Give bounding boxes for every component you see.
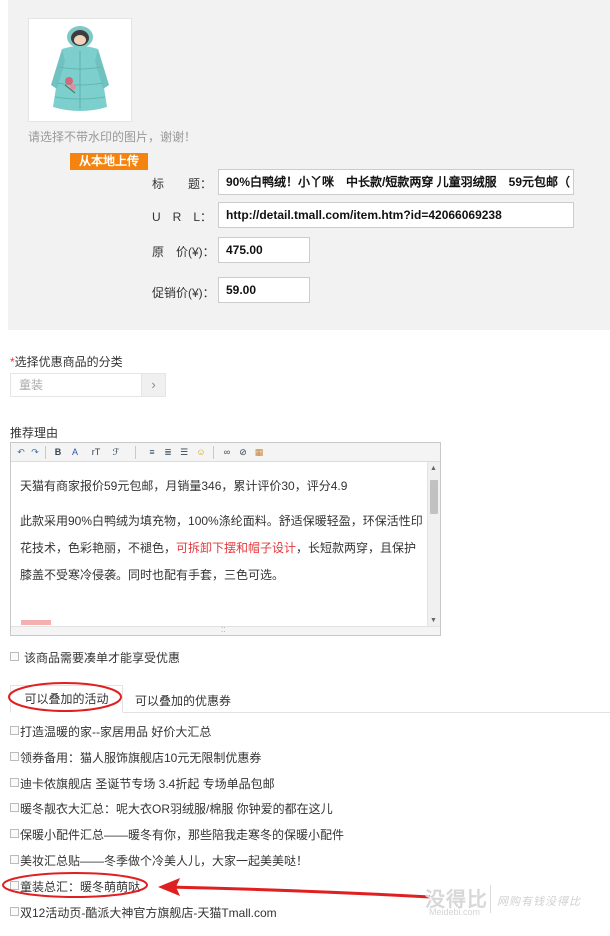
original-price-label: 原 价(¥)： <box>152 245 215 259</box>
tab-stackable-activities[interactable]: 可以叠加的活动 <box>10 685 123 713</box>
reason-line-1: 天猫有商家报价59元包邮，月销量346，累计评价30，评分4.9 <box>20 479 348 493</box>
reason-label: 推荐理由 <box>10 426 59 440</box>
activity-checkbox[interactable] <box>10 881 19 890</box>
toolbar-divider <box>45 446 46 459</box>
promo-price-input[interactable]: 59.00 <box>218 277 310 303</box>
redo-icon[interactable]: ↷ <box>30 446 40 459</box>
watermark-divider <box>490 885 491 913</box>
activity-checkbox[interactable] <box>10 778 19 787</box>
activity-item[interactable]: 美妆汇总贴——冬季做个冷美人儿，大家一起美美哒！ <box>20 852 308 869</box>
toolbar-divider <box>135 446 136 459</box>
watermark: 没得比 Meidebi.com 网购有钱没得比 <box>425 883 610 919</box>
annotation-arrow <box>167 885 431 899</box>
resize-grip-icon[interactable]: ⁚⁚ <box>221 627 225 635</box>
url-input[interactable]: http://detail.tmall.com/item.htm?id=4206… <box>218 202 574 228</box>
category-value: 童装 <box>19 378 44 392</box>
activity-checkbox[interactable] <box>10 803 19 812</box>
activity-checkbox[interactable] <box>10 752 19 761</box>
category-label: *选择优惠商品的分类 <box>10 355 123 369</box>
product-info-panel: 请选择不带水印的图片，谢谢！ 从本地上传 标 题： 90%白鸭绒！小丫咪 中长款… <box>8 0 610 330</box>
editor-resize-handle[interactable]: ⁚⁚ <box>11 626 440 635</box>
activity-item-highlighted[interactable]: 童装总汇：暖冬萌萌哒 <box>20 878 140 895</box>
annotation-arrow-head <box>158 878 180 896</box>
activity-item[interactable]: 双12活动页-酷派大神官方旗舰店-天猫Tmall.com <box>20 904 277 921</box>
chevron-right-icon[interactable]: › <box>141 374 165 396</box>
category-select[interactable]: 童装 › <box>10 373 166 397</box>
scrollbar-thumb[interactable] <box>430 480 438 514</box>
activity-item[interactable]: 打造温暖的家--家居用品 好价大汇总 <box>20 723 211 740</box>
bold-icon[interactable]: B <box>53 446 63 459</box>
original-price-input[interactable]: 475.00 <box>218 237 310 263</box>
scroll-down-icon[interactable]: ▼ <box>430 617 438 625</box>
activity-checkbox[interactable] <box>10 829 19 838</box>
product-thumbnail[interactable] <box>28 18 132 122</box>
emoji-icon[interactable]: ☺ <box>195 446 207 459</box>
activity-item[interactable]: 迪卡侬旗舰店 圣诞节专场 3.4折起 专场单品包邮 <box>20 775 275 792</box>
watermark-domain: Meidebi.com <box>429 907 481 917</box>
watermark-slogan: 网购有钱没得比 <box>497 896 581 908</box>
font-family-icon[interactable]: ℱ <box>109 446 123 459</box>
insert-image-icon[interactable]: ▦ <box>253 446 265 459</box>
title-input[interactable]: 90%白鸭绒！小丫咪 中长款/短款两穿 儿童羽绒服 59元包邮（ <box>218 169 574 195</box>
font-size-icon[interactable]: rT <box>89 446 103 459</box>
link-icon[interactable]: ∞ <box>221 446 233 459</box>
activity-item[interactable]: 保暖小配件汇总——暖冬有你，那些陪我走寒冬的保暖小配件 <box>20 826 344 843</box>
bundle-checkbox-label: 该商品需要凑单才能享受优惠 <box>24 651 181 665</box>
reason-paragraph-2: 此款采用90%白鸭绒为填充物，100%涤纶面料。舒适保暖轻盈，环保活性印花技术，… <box>20 514 423 582</box>
activity-checkbox[interactable] <box>10 855 19 864</box>
activity-checkbox[interactable] <box>10 907 19 916</box>
tab-stackable-coupons[interactable]: 可以叠加的优惠券 <box>135 692 231 709</box>
partial-image-strip <box>21 620 51 625</box>
editor-content[interactable]: 天猫有商家报价59元包邮，月销量346，累计评价30，评分4.9 此款采用90%… <box>20 473 425 589</box>
image-hint-text: 请选择不带水印的图片，谢谢！ <box>28 130 197 144</box>
font-color-icon[interactable]: A <box>69 446 81 459</box>
activity-item[interactable]: 领券备用：猫人服饰旗舰店10元无限制优惠券 <box>20 749 261 766</box>
promo-price-label: 促销价(¥)： <box>152 286 215 300</box>
activity-checkbox[interactable] <box>10 726 19 735</box>
toolbar-divider <box>213 446 214 459</box>
scroll-up-icon[interactable]: ▲ <box>430 465 438 473</box>
bundle-checkbox[interactable] <box>10 652 19 661</box>
unlink-icon[interactable]: ⊘ <box>237 446 249 459</box>
upload-local-button[interactable]: 从本地上传 <box>70 153 148 170</box>
align-center-icon[interactable]: ≣ <box>163 446 173 459</box>
align-right-icon[interactable]: ☰ <box>179 446 189 459</box>
title-label: 标 题： <box>152 177 213 191</box>
activity-item[interactable]: 暖冬靓衣大汇总：呢大衣OR羽绒服/棉服 你钟爱的都在这儿 <box>20 800 333 817</box>
url-label: U R L： <box>152 210 213 224</box>
editor-scrollbar[interactable]: ▲ ▼ <box>427 462 440 628</box>
girls-down-jacket-photo <box>29 19 131 121</box>
undo-icon[interactable]: ↶ <box>16 446 26 459</box>
highlight-text: 可拆卸下摆和帽子设计 <box>176 541 297 555</box>
editor-toolbar: ↶ ↷ B A rT ℱ ≡ ≣ ☰ ☺ ∞ ⊘ ▦ <box>11 443 440 462</box>
rich-text-editor[interactable]: ↶ ↷ B A rT ℱ ≡ ≣ ☰ ☺ ∞ ⊘ ▦ 天猫有商家报价59元包邮，… <box>10 442 441 636</box>
align-left-icon[interactable]: ≡ <box>147 446 157 459</box>
